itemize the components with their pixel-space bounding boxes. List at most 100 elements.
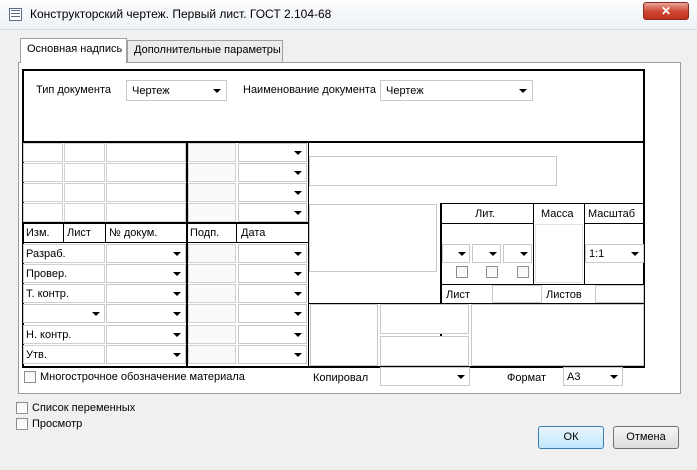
sheet-label: Лист <box>446 289 470 301</box>
surname-select[interactable] <box>106 284 186 303</box>
format-select[interactable]: А3 <box>563 367 623 386</box>
material-field[interactable] <box>310 304 378 366</box>
lit-select-1[interactable] <box>442 244 470 263</box>
row-label-tech-control: Т. контр. <box>26 288 69 300</box>
variables-list-label: Список переменных <box>32 402 136 414</box>
surname-select[interactable] <box>106 304 186 323</box>
grid-cell[interactable] <box>106 143 186 162</box>
date-select[interactable] <box>238 304 307 323</box>
chevron-down-icon <box>213 89 221 93</box>
material-field-bottom[interactable] <box>380 336 469 366</box>
cancel-button[interactable]: Отмена <box>613 426 679 449</box>
date-select[interactable] <box>238 183 307 202</box>
date-select[interactable] <box>238 284 307 303</box>
chevron-down-icon <box>294 252 302 256</box>
grid-cell <box>188 203 236 222</box>
col-header-doc-number: № докум. <box>109 227 158 239</box>
tab-main-inscription[interactable]: Основная надпись <box>20 38 127 63</box>
app-icon <box>9 8 22 21</box>
date-select[interactable] <box>238 143 307 162</box>
lit-select-3[interactable] <box>503 244 532 263</box>
signature-cell <box>188 304 236 323</box>
divider <box>440 223 534 224</box>
grid-cell[interactable] <box>23 183 63 202</box>
chevron-down-icon <box>610 375 618 379</box>
signature-cell <box>188 345 236 364</box>
lit-label: Лит. <box>475 208 496 220</box>
lit-checkbox-2[interactable] <box>486 266 498 278</box>
organization-field[interactable] <box>471 304 644 366</box>
grid-cell[interactable] <box>64 163 105 182</box>
scale-value: 1:1 <box>589 248 605 260</box>
date-select[interactable] <box>238 264 307 283</box>
chevron-down-icon <box>489 252 497 256</box>
sheet-field[interactable] <box>492 285 542 303</box>
grid-cell[interactable] <box>23 143 63 162</box>
material-field-top[interactable] <box>380 304 469 334</box>
preview-checkbox[interactable] <box>16 418 28 430</box>
tab-additional-parameters[interactable]: Дополнительные параметры <box>127 40 283 62</box>
chevron-down-icon <box>458 252 466 256</box>
date-select[interactable] <box>238 325 307 344</box>
col-header-date: Дата <box>241 227 266 239</box>
role-cell: Утв. <box>23 345 105 364</box>
role-cell: Н. контр. <box>23 325 105 344</box>
scale-select[interactable]: 1:1 <box>585 244 644 263</box>
role-select[interactable] <box>23 304 105 323</box>
grid-cell[interactable] <box>64 203 105 222</box>
chevron-down-icon <box>294 211 302 215</box>
copied-label: Копировал <box>313 372 369 384</box>
sheets-label: Листов <box>546 289 582 301</box>
ok-button[interactable]: ОК <box>538 426 604 449</box>
row-label-norm-control: Н. контр. <box>26 329 72 341</box>
mass-field[interactable] <box>535 224 583 283</box>
divider <box>22 242 309 243</box>
chevron-down-icon <box>294 312 302 316</box>
signature-cell <box>188 244 236 263</box>
date-select[interactable] <box>238 244 307 263</box>
divider <box>63 224 64 242</box>
surname-select[interactable] <box>106 345 186 364</box>
grid-cell[interactable] <box>106 203 186 222</box>
name-field[interactable] <box>309 204 437 272</box>
multiline-material-checkbox[interactable] <box>24 371 36 383</box>
close-button[interactable]: ✕ <box>643 2 689 20</box>
lit-checkbox-1[interactable] <box>456 266 468 278</box>
grid-cell[interactable] <box>64 183 105 202</box>
grid-cell[interactable] <box>106 163 186 182</box>
chevron-down-icon <box>519 89 527 93</box>
role-cell: Т. контр. <box>23 284 105 303</box>
lit-checkbox-3[interactable] <box>517 266 529 278</box>
surname-select[interactable] <box>106 244 186 263</box>
grid-cell <box>188 183 236 202</box>
date-select[interactable] <box>238 163 307 182</box>
divider <box>236 224 237 242</box>
surname-select[interactable] <box>106 325 186 344</box>
date-select[interactable] <box>238 203 307 222</box>
grid-cell[interactable] <box>106 183 186 202</box>
grid-cell[interactable] <box>23 163 63 182</box>
sheets-field[interactable] <box>595 285 644 303</box>
chevron-down-icon <box>457 375 465 379</box>
preview-label: Просмотр <box>32 418 83 430</box>
divider <box>105 224 106 242</box>
chevron-down-icon <box>173 292 181 296</box>
chevron-down-icon <box>294 191 302 195</box>
grid-cell[interactable] <box>23 203 63 222</box>
designation-field[interactable] <box>309 156 557 186</box>
role-cell: Разраб. <box>23 244 105 263</box>
lit-select-2[interactable] <box>472 244 501 263</box>
mass-label: Масса <box>541 208 574 220</box>
doc-type-select[interactable]: Чертеж <box>126 80 227 101</box>
chevron-down-icon <box>173 252 181 256</box>
divider <box>440 203 645 204</box>
variables-list-checkbox[interactable] <box>16 402 28 414</box>
copied-select[interactable] <box>380 367 470 386</box>
date-select[interactable] <box>238 345 307 364</box>
surname-select[interactable] <box>106 264 186 283</box>
doc-name-select[interactable]: Чертеж <box>380 80 533 101</box>
grid-cell[interactable] <box>64 143 105 162</box>
doc-type-value: Чертеж <box>132 85 170 97</box>
col-header-signature: Подп. <box>190 227 220 239</box>
divider <box>584 223 645 224</box>
